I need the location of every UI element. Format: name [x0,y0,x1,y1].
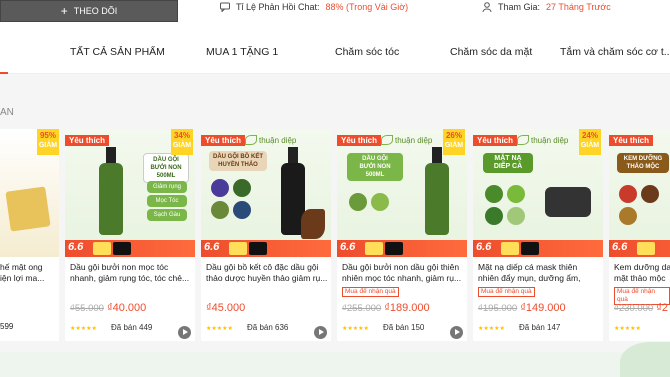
herb-image [485,207,503,225]
rating-stars: ★★★★★ [206,326,233,332]
chat-label: Tỉ Lệ Phản Hồi Chat: [236,2,320,12]
product-title: Dầu gội bồ kết cô đặc dầu gội thảo dược … [206,262,328,283]
brand-logo: thuận diệp [245,135,296,145]
chat-icon [220,2,230,12]
tag-panel: DẦU GỘI BƯỞI NON 500ML [347,153,403,181]
promo-banner: 6.6 [473,240,603,257]
product-card[interactable]: DẦU GỘI BƯỞI NON 500ML Giảm rụng Mọc Tóc … [65,129,195,341]
chat-value: 88% (Trong Vài Giờ) [325,2,409,12]
joined-value: 27 Tháng Trước [546,2,611,12]
active-tab-indicator [0,72,8,74]
herb-image [485,185,503,203]
shampoo-bottle-image [425,147,449,235]
tab-buy-1-get-1[interactable]: MUA 1 TẶNG 1 [206,46,278,58]
promo-banner: 6.6 [201,240,331,257]
product-price: ₫195.000 ₫149.000 [478,302,566,314]
sold-count: Đã bán 150 [383,323,425,332]
product-title: hế mật ong iện lợi ma... [0,262,45,283]
tag-chip: Giảm rụng [147,181,187,193]
product-card-partial[interactable]: KEM DƯỠNG THẢO MỘC Yêu thích 6.6 Kem dưỡn… [609,129,670,341]
honey-pack-image [5,186,51,232]
mask-jar-image [545,187,591,217]
product-image: DẦU GỘI BỒ KẾT HUYỀN THẢO [201,129,331,257]
discount-badge: 26% GIẢM [443,129,465,155]
promo-banner: 6.6 [609,240,670,257]
favorite-tag: Yêu thích [337,135,382,146]
herb-image [507,185,525,203]
follow-button[interactable]: + THEO DÕI [0,0,178,22]
tag-panel: KEM DƯỠNG THẢO MỘC [617,153,669,173]
herb-image [233,201,251,219]
brand-logo: thuận diệp [517,135,568,145]
tab-all-products[interactable]: TẤT CẢ SẢN PHẨM [70,46,165,58]
tab-body-care[interactable]: Tắm và chăm sóc cơ t... [560,46,670,58]
chat-response-stat: Tỉ Lệ Phản Hồi Chat: 88% (Trong Vài Giờ) [220,0,408,14]
herb-image [371,193,389,211]
product-title: Mặt nạ diếp cá mask thiên nhiên đẩy mụn,… [478,262,581,283]
gift-badge: Mua để nhận quà [342,287,399,297]
product-price: ₫55.000 ₫40.000 [70,302,147,314]
gift-badge: Mua để nhận quà [478,287,535,297]
shop-header: + THEO DÕI Tỉ Lệ Phản Hồi Chat: 88% (Tro… [0,0,670,28]
tag-panel: DẦU GỘI BỒ KẾT HUYỀN THẢO [209,151,267,171]
product-title: Dầu gội bưởi non mọc tóc nhanh, giảm rụn… [70,262,190,283]
joined-stat: Tham Gia: 27 Tháng Trước [482,0,611,14]
herb-image [619,207,637,225]
product-title: Kem dưỡng da mặt thảo mộc [614,262,670,283]
footer-decoration [0,342,670,377]
favorite-tag: Yêu thích [65,135,110,146]
shampoo-bottle-image [99,147,123,235]
product-card-partial[interactable]: 95% GIẢM hế mật ong iện lợi ma... 599 [0,129,59,341]
follow-label: THEO DÕI [73,6,118,16]
tab-face-care[interactable]: Chăm sóc da mặt [450,46,532,58]
product-price: ₫255.000 ₫189.000 [342,302,430,314]
product-price: ₫230.000 ₫2 [614,302,668,314]
discount-badge: 24% GIẢM [579,129,601,155]
user-icon [482,2,492,12]
promo-banner: 6.6 [65,240,195,257]
play-video-icon[interactable] [178,326,191,339]
tag-chip: Mọc Tóc [147,195,187,207]
brand-logo: thuận diệp [381,135,432,145]
rating-stars: ★★★★★ [342,326,369,332]
herb-image [211,179,229,197]
section-heading: AN [0,107,14,118]
shop-tabs: TẤT CẢ SẢN PHẨM MUA 1 TẶNG 1 Chăm sóc tó… [0,28,670,74]
sold-count: 599 [0,322,14,331]
discount-badge: 95% GIẢM [37,129,59,155]
sold-count: Đã bán 449 [111,323,153,332]
product-price: ₫45.000 [206,302,246,314]
herb-image [349,193,367,211]
plus-icon: + [60,4,68,18]
product-card[interactable]: DẦU GỘI BƯỞI NON 500ML Yêu thích thuận diệ… [337,129,467,341]
favorite-tag: Yêu thích [473,135,518,146]
rating-stars: ★★★★★ [614,326,641,332]
herb-image [507,207,525,225]
soapberry-image [301,209,325,239]
favorite-tag: Yêu thích [201,135,246,146]
herb-image [641,185,659,203]
tab-hair-care[interactable]: Chăm sóc tóc [335,46,399,58]
promo-banner: 6.6 [337,240,467,257]
herb-image [211,201,229,219]
play-video-icon[interactable] [450,326,463,339]
joined-label: Tham Gia: [498,2,541,12]
rating-stars: ★★★★★ [70,326,97,332]
product-card[interactable]: DẦU GỘI BỒ KẾT HUYỀN THẢO Yêu thích thuận… [201,129,331,341]
rating-stars: ★★★★★ [478,326,505,332]
product-card[interactable]: MẶT NẠ DIẾP CÁ Yêu thích thuận diệp 24% GI… [473,129,603,341]
play-video-icon[interactable] [314,326,327,339]
herb-image [233,179,251,197]
tag-chip: Sạch Gàu [147,209,187,221]
discount-badge: 34% GIẢM [171,129,193,155]
product-image: KEM DƯỠNG THẢO MỘC [609,129,670,257]
tag-panel: DẦU GỘI BƯỞI NON 500ML [143,153,189,183]
tag-panel: MẶT NẠ DIẾP CÁ [483,153,533,173]
herb-image [619,185,637,203]
product-title: Dầu gội bưởi non dầu gội thiên nhiên mọc… [342,262,462,283]
favorite-tag: Yêu thích [609,135,654,146]
sold-count: Đã bán 147 [519,323,561,332]
sold-count: Đã bán 636 [247,323,289,332]
